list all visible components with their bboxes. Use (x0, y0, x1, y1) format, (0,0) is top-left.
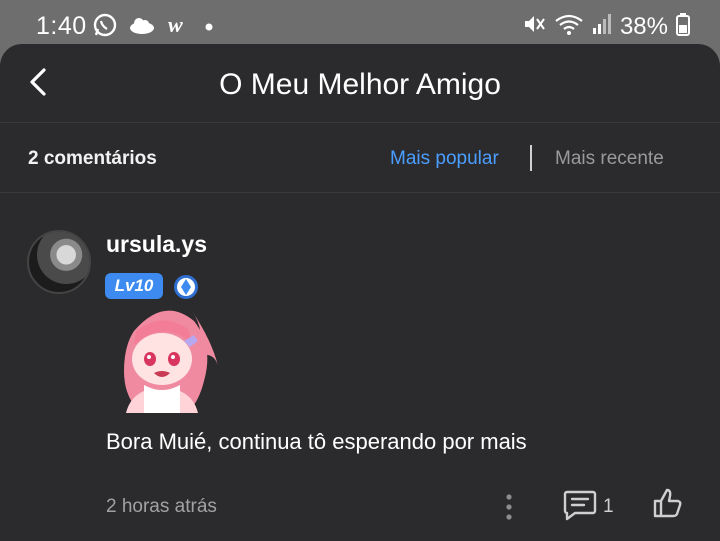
signal-icon (592, 13, 612, 40)
wifi-icon (554, 12, 584, 41)
webnovel-icon: w (166, 12, 194, 41)
avatar[interactable] (27, 230, 91, 294)
more-vertical-icon (506, 494, 512, 520)
sort-popular-tab[interactable]: Mais popular (390, 148, 499, 170)
comment-count: 2 comentários (28, 148, 157, 169)
sort-divider (530, 145, 532, 171)
page-title: O Meu Melhor Amigo (219, 68, 501, 101)
like-button[interactable] (652, 487, 684, 519)
comment-timestamp: 2 horas atrás (106, 496, 217, 517)
comment-item: ursula.ys Lv10 Bora Muié, continua tô es… (0, 193, 720, 541)
thumbs-up-icon (653, 488, 682, 518)
sort-recent-tab[interactable]: Mais recente (555, 148, 664, 170)
status-time: 1:40 (36, 12, 87, 40)
reply-count: 1 (603, 496, 614, 517)
header: O Meu Melhor Amigo (0, 44, 720, 123)
reply-button[interactable] (562, 489, 598, 521)
svg-text:w: w (168, 14, 183, 36)
sort-bar: 2 comentários Mais popular Mais recente (0, 123, 720, 193)
comment-username[interactable]: ursula.ys (106, 231, 207, 258)
comment-text: Bora Muié, continua tô esperando por mai… (106, 429, 527, 454)
status-system-icons: 38% (522, 12, 690, 41)
battery-percent: 38% (619, 12, 668, 40)
whatsapp-icon (92, 12, 118, 43)
cloud-icon (128, 15, 156, 40)
status-notification-icons: w (92, 12, 214, 43)
comment-icon (563, 490, 597, 521)
comments-sheet: O Meu Melhor Amigo 2 comentários Mais po… (0, 44, 720, 541)
battery-icon (676, 12, 690, 41)
role-badge-icon (173, 274, 199, 300)
more-options-button[interactable] (498, 489, 520, 525)
level-badge: Lv10 (105, 273, 163, 299)
dot-icon (204, 19, 214, 37)
anime-sticker-image (104, 301, 224, 413)
status-bar: 1:40 w 38% (0, 0, 720, 50)
mute-icon (522, 12, 546, 41)
